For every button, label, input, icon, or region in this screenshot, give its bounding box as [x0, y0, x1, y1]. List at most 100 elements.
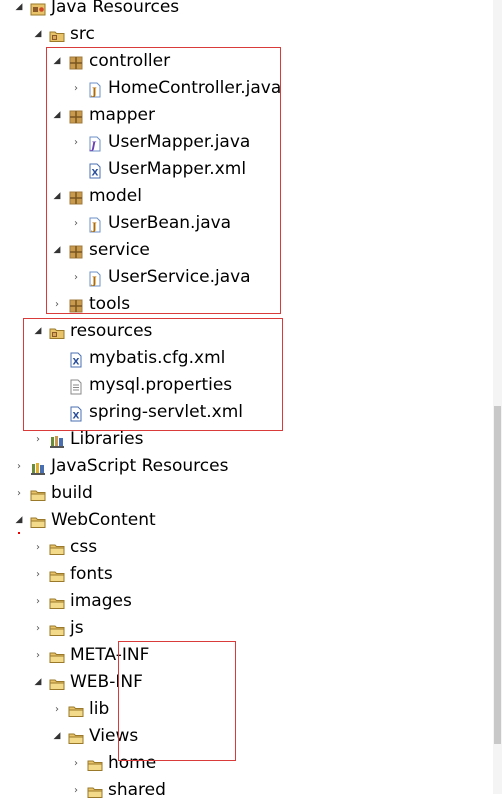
collapsed-arrow-icon[interactable]: ›	[32, 642, 44, 669]
tree-item[interactable]: › home	[0, 750, 490, 777]
tree-item-label: shared	[108, 780, 166, 800]
tree-item[interactable]: › shared	[0, 777, 490, 804]
tree-item[interactable]: ◢ model	[0, 183, 490, 210]
tree-item[interactable]: › J HomeController.java	[0, 75, 490, 102]
expanded-arrow-icon[interactable]: ◢	[32, 21, 44, 48]
tree-item[interactable]: ◢ WEB-INF	[0, 669, 490, 696]
svg-text:J: J	[91, 222, 97, 233]
source-folder-icon	[49, 26, 65, 42]
folder-icon	[49, 593, 65, 609]
tree-item[interactable]: › Libraries	[0, 426, 490, 453]
tree-item[interactable]: ◢ src	[0, 21, 490, 48]
tree-item-label: HomeController.java	[108, 78, 282, 98]
collapsed-arrow-icon[interactable]: ›	[32, 426, 44, 453]
folder-icon	[49, 539, 65, 555]
folder-icon	[30, 512, 46, 528]
expanded-arrow-icon[interactable]: ◢	[51, 723, 63, 750]
expanded-arrow-icon[interactable]: ◢	[51, 48, 63, 75]
expanded-arrow-icon[interactable]: ◢	[51, 183, 63, 210]
folder-icon	[49, 674, 65, 690]
tree-item[interactable]: ◢ WebContent	[0, 507, 490, 534]
tree-item[interactable]: › js	[0, 615, 490, 642]
collapsed-arrow-icon[interactable]: ›	[32, 615, 44, 642]
tree-item[interactable]: Xmybatis.cfg.xml	[0, 345, 490, 372]
svg-text:J: J	[91, 87, 97, 98]
tree-item-label: css	[70, 537, 98, 557]
package-icon	[68, 188, 84, 205]
tree-item-label: controller	[89, 51, 171, 71]
tree-item[interactable]: ◢ mapper	[0, 102, 490, 129]
tree-item[interactable]: › J UserMapper.java	[0, 129, 490, 156]
svg-text:J: J	[91, 276, 97, 287]
java-resources-icon	[30, 0, 46, 16]
tree-item[interactable]: › JavaScript Resources	[0, 453, 490, 480]
tree-item[interactable]: X UserMapper.xml	[0, 156, 490, 183]
scrollbar-thumb[interactable]	[494, 406, 501, 744]
collapsed-arrow-icon[interactable]: ›	[32, 588, 44, 615]
collapsed-arrow-icon[interactable]: ›	[13, 453, 25, 480]
collapsed-arrow-icon[interactable]: ›	[70, 129, 82, 156]
collapsed-arrow-icon[interactable]: ›	[32, 561, 44, 588]
expanded-arrow-icon[interactable]: ◢	[32, 318, 44, 345]
collapsed-arrow-icon[interactable]: ›	[32, 534, 44, 561]
package-icon	[68, 296, 84, 313]
tree-item-label: JavaScript Resources	[51, 456, 229, 476]
tree-item[interactable]: › fonts	[0, 561, 490, 588]
xml-file-icon: X	[68, 350, 84, 368]
collapsed-arrow-icon[interactable]: ›	[51, 696, 63, 723]
xml-file-icon: X	[68, 404, 84, 422]
tree-item[interactable]: ◢ resources	[0, 318, 490, 345]
vertical-scrollbar[interactable]	[493, 0, 502, 794]
expanded-arrow-icon[interactable]: ◢	[32, 669, 44, 696]
tree-item-label: Views	[89, 726, 139, 746]
tree-item-label: resources	[70, 321, 153, 341]
tree-item[interactable]: ◢ service	[0, 237, 490, 264]
tree-item[interactable]: mysql.properties	[0, 372, 490, 399]
tree-item-label: Libraries	[70, 429, 144, 449]
expanded-arrow-icon[interactable]: ◢	[13, 507, 25, 534]
collapsed-arrow-icon[interactable]: ›	[70, 264, 82, 291]
tree-item[interactable]: › J UserService.java	[0, 264, 490, 291]
tree-item-label: fonts	[70, 564, 113, 584]
javascript-resources-icon	[30, 458, 46, 475]
package-icon	[68, 242, 84, 259]
tree-item-label: WebContent	[51, 510, 156, 530]
tree-item[interactable]: › css	[0, 534, 490, 561]
tree-item[interactable]: ◢ controller	[0, 48, 490, 75]
tree-item[interactable]: ◢ Java Resources	[0, 0, 490, 21]
tree-item-label: js	[70, 618, 84, 638]
collapsed-arrow-icon[interactable]: ›	[70, 777, 82, 804]
expanded-arrow-icon[interactable]: ◢	[51, 102, 63, 129]
tree-item[interactable]: › images	[0, 588, 490, 615]
tree-item[interactable]: ◢ Views	[0, 723, 490, 750]
tree-item[interactable]: › J UserBean.java	[0, 210, 490, 237]
tree-item-label: mybatis.cfg.xml	[89, 348, 226, 368]
libraries-icon	[49, 431, 65, 448]
tree-item-label: UserService.java	[108, 267, 251, 287]
marker-dot	[18, 532, 20, 534]
collapsed-arrow-icon[interactable]: ›	[13, 480, 25, 507]
tree-item-label: META-INF	[70, 645, 150, 665]
tree-item-label: UserMapper.xml	[108, 159, 247, 179]
folder-icon	[68, 701, 84, 717]
tree-item[interactable]: › build	[0, 480, 490, 507]
tree-item-label: src	[70, 24, 95, 44]
collapsed-arrow-icon[interactable]: ›	[70, 210, 82, 237]
tree-item-label: model	[89, 186, 142, 206]
tree-item[interactable]: › META-INF	[0, 642, 490, 669]
collapsed-arrow-icon[interactable]: ›	[70, 750, 82, 777]
folder-icon	[49, 566, 65, 582]
tree-item[interactable]: Xspring-servlet.xml	[0, 399, 490, 426]
expanded-arrow-icon[interactable]: ◢	[13, 0, 25, 21]
collapsed-arrow-icon[interactable]: ›	[70, 75, 82, 102]
collapsed-arrow-icon[interactable]: ›	[51, 291, 63, 318]
folder-icon	[30, 485, 46, 501]
tree-item[interactable]: › tools	[0, 291, 490, 318]
svg-text:X: X	[73, 358, 80, 368]
tree-item[interactable]: › lib	[0, 696, 490, 723]
source-folder-icon	[49, 323, 65, 339]
java-file-icon: J	[87, 269, 103, 287]
tree-item-label: lib	[89, 699, 110, 719]
tree-item-label: images	[70, 591, 132, 611]
expanded-arrow-icon[interactable]: ◢	[51, 237, 63, 264]
